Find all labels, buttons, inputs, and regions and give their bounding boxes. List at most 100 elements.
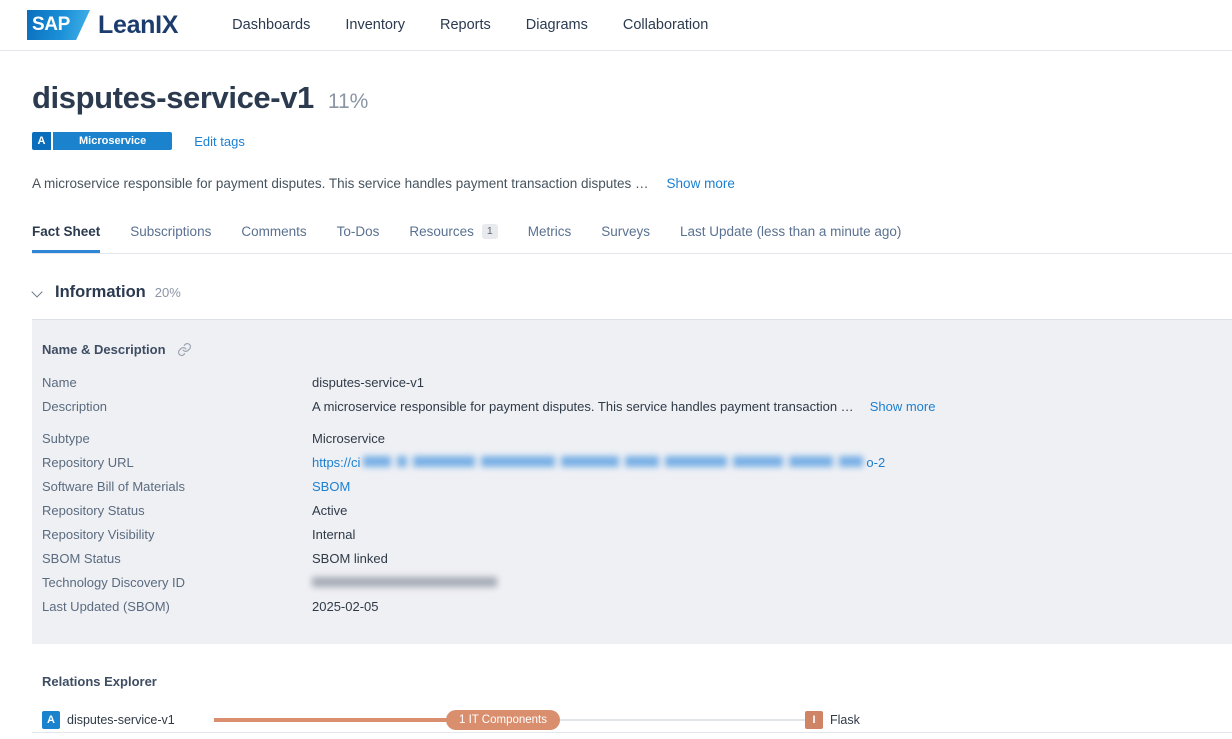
tab-to-dos[interactable]: To-Dos xyxy=(337,218,380,253)
redacted-segment xyxy=(839,455,864,467)
field-label: Technology Discovery ID xyxy=(42,574,186,590)
tab-subscriptions[interactable]: Subscriptions xyxy=(130,218,211,253)
field-row-repository-url: Repository URL https://ci o-2 xyxy=(42,450,1232,474)
field-row-sbom-status: SBOM Status SBOM linked xyxy=(42,546,1232,570)
field-value: disputes-service-v1 xyxy=(312,374,424,390)
resources-count-badge: 1 xyxy=(481,224,498,239)
link-icon[interactable] xyxy=(177,342,192,357)
tab-resources[interactable]: Resources 1 xyxy=(409,218,498,253)
fact-sheet-type-badge: A xyxy=(32,132,51,150)
field-label: SBOM Status xyxy=(42,550,121,566)
relations-explorer-section: Relations Explorer A disputes-service-v1… xyxy=(32,674,1232,737)
field-value: SBOM linked xyxy=(312,550,388,566)
field-value: SBOM xyxy=(312,479,350,494)
field-spacer xyxy=(32,418,1232,426)
field-row-subtype: Subtype Microservice xyxy=(42,426,1232,450)
tab-label: Subscriptions xyxy=(130,224,212,239)
field-label: Name xyxy=(42,374,77,390)
card-title: Name & Description xyxy=(42,342,166,357)
information-section-title: Information xyxy=(55,283,146,301)
relation-group-pill[interactable]: 1 IT Components xyxy=(446,710,561,730)
redacted-segment xyxy=(481,455,556,467)
nav-item-diagrams[interactable]: Diagrams xyxy=(526,17,588,33)
fact-sheet-tabs: Fact Sheet Subscriptions Comments To-Dos… xyxy=(32,218,1232,254)
application-badge-icon: A xyxy=(42,711,60,729)
redacted-value xyxy=(312,576,497,587)
tab-label: Comments xyxy=(241,224,307,239)
tab-label: To-Dos xyxy=(336,224,380,239)
redacted-segment xyxy=(561,455,620,467)
card-header: Name & Description xyxy=(42,342,1232,357)
nav-item-reports[interactable]: Reports xyxy=(440,17,491,33)
brand-name-text: LeanIX xyxy=(98,10,179,39)
field-row-technology-discovery-id: Technology Discovery ID xyxy=(42,570,1232,594)
information-section-percentage: 20% xyxy=(154,285,181,300)
field-value-text: A microservice responsible for payment d… xyxy=(312,398,854,414)
description-show-more-link[interactable]: Show more xyxy=(870,399,936,414)
field-row-name: Name disputes-service-v1 xyxy=(42,370,1232,394)
page-title: disputes-service-v1 xyxy=(32,80,314,115)
relation-node-label: disputes-service-v1 xyxy=(67,713,175,727)
field-value xyxy=(312,576,497,587)
redacted-segment xyxy=(733,455,784,467)
field-row-last-updated-sbom: Last Updated (SBOM) 2025-02-05 xyxy=(42,594,1232,618)
redacted-segment xyxy=(625,455,660,467)
repository-url-link[interactable]: https://ci o-2 xyxy=(312,455,885,470)
chevron-down-icon[interactable] xyxy=(32,287,44,299)
tab-label: Resources xyxy=(409,224,474,239)
redacted-segment xyxy=(397,455,408,467)
name-and-description-card: Name & Description Name disputes-service… xyxy=(32,319,1232,644)
page-header: disputes-service-v1 11% xyxy=(32,80,1232,116)
field-label: Repository Visibility xyxy=(42,526,155,542)
edit-tags-link[interactable]: Edit tags xyxy=(194,134,245,149)
information-section-header[interactable]: Information 20% xyxy=(32,283,1232,302)
field-row-repository-visibility: Repository Visibility Internal xyxy=(42,522,1232,546)
tab-label: Surveys xyxy=(601,224,651,239)
top-navigation-bar: SAP LeanIX Dashboards Inventory Reports … xyxy=(0,0,1232,51)
relation-edge-secondary xyxy=(547,719,805,721)
nav-item-collaboration[interactable]: Collaboration xyxy=(623,17,708,33)
nav-item-dashboards[interactable]: Dashboards xyxy=(232,17,310,33)
sap-logo-icon: SAP xyxy=(27,10,90,40)
tab-label: Fact Sheet xyxy=(32,224,101,239)
field-label: Repository URL xyxy=(42,454,134,470)
relation-node-target[interactable]: I Flask xyxy=(805,711,860,729)
redacted-segment xyxy=(413,455,476,467)
redacted-segment xyxy=(789,455,834,467)
tab-label: Last Update (less than a minute ago) xyxy=(680,224,902,239)
relation-edge-primary xyxy=(214,718,458,722)
field-value: Microservice xyxy=(312,430,385,446)
subtype-tag[interactable]: Microservice xyxy=(53,132,173,150)
tab-metrics[interactable]: Metrics xyxy=(528,218,572,253)
relation-node-source[interactable]: A disputes-service-v1 xyxy=(42,711,175,729)
redacted-segment xyxy=(665,455,728,467)
repository-url-prefix: https://ci xyxy=(312,454,361,470)
tab-label: Metrics xyxy=(527,224,572,239)
field-label: Last Updated (SBOM) xyxy=(42,598,170,614)
main-nav: Dashboards Inventory Reports Diagrams Co… xyxy=(232,17,708,33)
header-show-more-link[interactable]: Show more xyxy=(667,176,735,191)
header-description-row: A microservice responsible for payment d… xyxy=(32,176,1232,191)
tab-surveys[interactable]: Surveys xyxy=(601,218,650,253)
tab-last-update[interactable]: Last Update (less than a minute ago) xyxy=(680,218,901,253)
field-value: Active xyxy=(312,502,348,518)
tab-comments[interactable]: Comments xyxy=(241,218,306,253)
field-value: Internal xyxy=(312,526,356,542)
field-row-description: Description A microservice responsible f… xyxy=(42,394,1232,418)
sap-leanix-logo[interactable]: SAP LeanIX xyxy=(27,10,178,40)
repository-url-suffix: o-2 xyxy=(866,454,886,470)
bottom-divider xyxy=(32,732,1232,733)
field-value: 2025-02-05 xyxy=(312,598,379,614)
sap-logo-text: SAP xyxy=(32,14,70,35)
nav-item-inventory[interactable]: Inventory xyxy=(345,17,405,33)
sbom-link[interactable]: SBOM xyxy=(312,479,350,494)
field-label: Subtype xyxy=(42,430,90,446)
redacted-segment xyxy=(363,455,392,467)
relations-explorer-title: Relations Explorer xyxy=(42,674,157,689)
field-row-software-bill-of-materials: Software Bill of Materials SBOM xyxy=(42,474,1232,498)
field-label: Repository Status xyxy=(42,502,145,518)
completion-percentage: 11% xyxy=(327,90,369,113)
field-value: https://ci o-2 xyxy=(312,455,885,470)
tab-fact-sheet[interactable]: Fact Sheet xyxy=(32,218,101,253)
header-description-text: A microservice responsible for payment d… xyxy=(32,176,649,191)
